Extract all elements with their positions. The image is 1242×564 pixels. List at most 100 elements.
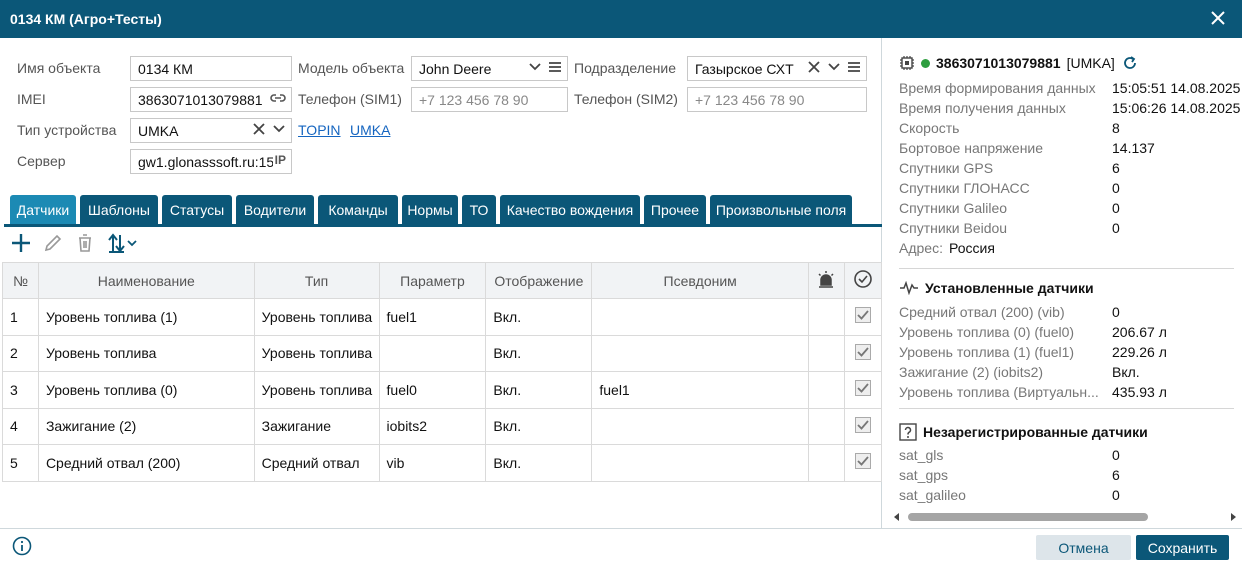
- server-input[interactable]: gw1.glonasssoft.ru:15 IP: [130, 149, 292, 174]
- cancel-button[interactable]: Отмена: [1036, 535, 1131, 560]
- table-row[interactable]: 2 Уровень топлива Уровень топлива Вкл.: [2, 334, 883, 372]
- col-number[interactable]: №: [2, 262, 39, 299]
- installed-sensor-value: 0: [1112, 304, 1120, 320]
- object-name-input[interactable]: 0134 КМ: [130, 56, 292, 81]
- imei-input[interactable]: 3863071013079881: [130, 87, 292, 112]
- table-row[interactable]: 4 Зажигание (2) Зажигание iobits2 Вкл.: [2, 407, 883, 445]
- unregistered-sensor-label: sat_gps: [899, 467, 949, 483]
- unregistered-sensor-value: 6: [1112, 467, 1120, 483]
- ip-icon[interactable]: IP: [275, 153, 286, 167]
- telemetry-label: Время получения данных: [899, 100, 1066, 116]
- server-label: Сервер: [17, 153, 66, 169]
- clear-icon[interactable]: [807, 60, 821, 74]
- sensors-table: № Наименование Тип Параметр Отображение …: [2, 262, 883, 482]
- cell-parameter: vib: [378, 444, 487, 482]
- cell-enabled: [843, 334, 883, 372]
- horizontal-scrollbar[interactable]: [892, 510, 1238, 524]
- phone2-input[interactable]: +7 123 456 78 90: [687, 87, 867, 112]
- tab-norms[interactable]: Нормы: [402, 195, 458, 224]
- tab-driving-quality[interactable]: Качество вождения: [500, 195, 640, 224]
- phone1-label: Телефон (SIM1): [298, 91, 402, 107]
- cell-alarm: [808, 371, 845, 409]
- umka-link[interactable]: UMKA: [350, 122, 390, 138]
- tab-bar: Датчики Шаблоны Статусы Водители Команды…: [4, 195, 882, 227]
- checked-checkbox-icon[interactable]: [854, 307, 871, 324]
- list-menu-icon[interactable]: [548, 60, 562, 74]
- delete-icon[interactable]: [74, 232, 96, 257]
- tab-maintenance[interactable]: ТО: [462, 195, 496, 224]
- topin-link[interactable]: TOPIN: [298, 122, 341, 138]
- chevron-down-icon[interactable]: [827, 60, 841, 74]
- col-name[interactable]: Наименование: [37, 262, 255, 299]
- save-button[interactable]: Сохранить: [1136, 535, 1229, 560]
- sensor-toolbar: [10, 231, 140, 257]
- phone1-input[interactable]: +7 123 456 78 90: [411, 87, 568, 112]
- telemetry-value: 0: [1112, 220, 1120, 236]
- cell-number: 5: [2, 444, 39, 482]
- col-type[interactable]: Тип: [253, 262, 380, 299]
- list-menu-icon[interactable]: [847, 60, 861, 74]
- col-alias[interactable]: Псевдоним: [591, 262, 810, 299]
- col-enabled[interactable]: [843, 262, 883, 299]
- tab-statuses[interactable]: Статусы: [162, 195, 232, 224]
- tab-templates[interactable]: Шаблоны: [80, 195, 158, 224]
- tab-commands[interactable]: Команды: [318, 195, 398, 224]
- installed-sensors-header: Установленные датчики: [899, 280, 1094, 296]
- divider: [899, 408, 1234, 409]
- cell-number: 1: [2, 298, 39, 336]
- table-row[interactable]: 5 Средний отвал (200) Средний отвал vib Вкл.: [2, 444, 883, 482]
- telemetry-value: 6: [1112, 160, 1120, 176]
- cell-enabled: [843, 444, 883, 482]
- edit-icon[interactable]: [42, 232, 64, 257]
- close-icon[interactable]: [1208, 8, 1228, 28]
- tab-drivers[interactable]: Водители: [236, 195, 314, 224]
- unregistered-sensor-value: 0: [1112, 487, 1120, 503]
- device-type-label: Тип устройства: [17, 122, 117, 138]
- clear-icon[interactable]: [252, 122, 266, 136]
- device-header: 3863071013079881 [UMKA]: [899, 54, 1139, 72]
- checked-checkbox-icon[interactable]: [854, 380, 871, 397]
- cell-alias: fuel1: [591, 371, 810, 409]
- tab-other[interactable]: Прочее: [644, 195, 706, 224]
- telemetry-value: 15:06:26 14.08.2025: [1112, 100, 1240, 116]
- table-row[interactable]: 1 Уровень топлива (1) Уровень топлива fuel1…: [2, 298, 883, 336]
- unregistered-sensor-label: sat_galileo: [899, 487, 966, 503]
- device-type-select[interactable]: UMKA: [130, 118, 292, 143]
- address-value: Россия: [949, 240, 995, 256]
- installed-sensor-value: 229.26 л: [1112, 344, 1167, 360]
- col-display[interactable]: Отображение: [485, 262, 593, 299]
- cell-alias: [591, 334, 810, 372]
- tab-custom-fields[interactable]: Произвольные поля: [710, 195, 852, 224]
- telemetry-label: Спутники GPS: [899, 160, 994, 176]
- checked-checkbox-icon[interactable]: [854, 416, 871, 433]
- cell-name: Уровень топлива: [37, 334, 255, 372]
- chevron-down-icon[interactable]: [272, 122, 286, 136]
- division-select[interactable]: Газырское СХТ: [687, 56, 867, 81]
- sort-icon[interactable]: [106, 232, 140, 257]
- chevron-down-icon[interactable]: [528, 60, 542, 74]
- col-alarm[interactable]: [808, 262, 845, 299]
- model-select[interactable]: John Deere: [411, 56, 568, 81]
- checked-checkbox-icon[interactable]: [854, 453, 871, 470]
- cell-display: Вкл.: [485, 298, 593, 336]
- cell-enabled: [843, 371, 883, 409]
- col-parameter[interactable]: Параметр: [378, 262, 487, 299]
- checked-checkbox-icon[interactable]: [854, 343, 871, 360]
- model-label: Модель объекта: [298, 60, 405, 76]
- scrollbar-thumb[interactable]: [908, 513, 1148, 521]
- scroll-right-icon[interactable]: [1228, 512, 1238, 522]
- address-label: Адрес:: [899, 240, 943, 256]
- scroll-left-icon[interactable]: [892, 512, 902, 522]
- info-icon[interactable]: [12, 536, 32, 556]
- tab-sensors[interactable]: Датчики: [10, 195, 76, 224]
- table-row[interactable]: 3 Уровень топлива (0) Уровень топлива fuel0…: [2, 371, 883, 409]
- cell-display: Вкл.: [485, 444, 593, 482]
- link-icon[interactable]: [270, 91, 286, 105]
- telemetry-value: 0: [1112, 180, 1120, 196]
- cell-type: Уровень топлива: [253, 371, 380, 409]
- cell-enabled: [843, 407, 883, 445]
- cell-display: Вкл.: [485, 371, 593, 409]
- device-type: [UMKA]: [1066, 55, 1115, 71]
- add-icon[interactable]: [10, 232, 32, 257]
- refresh-icon[interactable]: [1121, 54, 1139, 72]
